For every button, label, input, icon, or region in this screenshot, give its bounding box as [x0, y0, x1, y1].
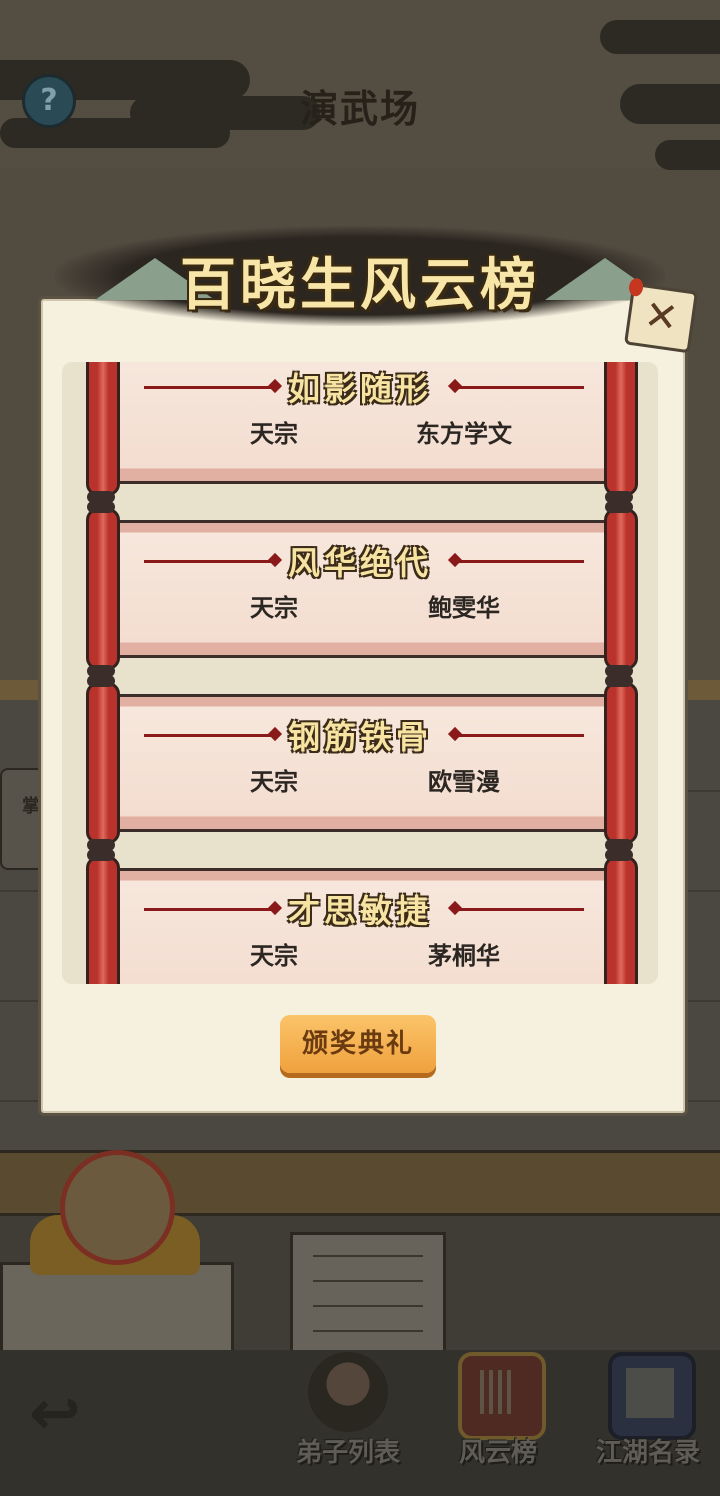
page-title: 演武场 — [299, 87, 420, 131]
winner-name: 茅桐华 — [428, 942, 500, 970]
ranking-entry[interactable]: 如影随形 天宗 东方学文 — [84, 362, 638, 503]
nav-disciple-list[interactable]: 弟子列表 — [278, 1348, 418, 1473]
winner-name: 鲍雯华 — [428, 594, 500, 622]
ranking-entry[interactable]: 风华绝代 天宗 鲍雯华 — [84, 501, 638, 677]
ink-drop — [627, 277, 645, 298]
ink-cloud — [655, 140, 720, 170]
award-title: 钢筋铁骨 — [287, 718, 432, 756]
drum — [60, 1150, 175, 1265]
sect-name: 天宗 — [250, 420, 298, 448]
nav-label: 风云榜 — [458, 1438, 537, 1468]
title-divider — [144, 908, 274, 911]
scroll-roller — [86, 675, 120, 851]
stair-step — [313, 1255, 423, 1257]
award-title: 才思敏捷 — [287, 892, 432, 930]
award-title: 风华绝代 — [287, 544, 432, 582]
ink-cloud — [600, 20, 720, 54]
nav-label: 弟子列表 — [295, 1438, 400, 1468]
disciple-icon — [308, 1352, 388, 1432]
stairs — [290, 1232, 446, 1353]
close-icon[interactable]: ✕ — [624, 277, 698, 354]
title-divider — [454, 386, 584, 389]
scroll-roller — [604, 362, 638, 503]
title-divider — [454, 908, 584, 911]
scroll-roller — [604, 675, 638, 851]
stair-step — [313, 1305, 423, 1307]
stair-step — [313, 1280, 423, 1282]
winner-name: 东方学文 — [416, 420, 512, 448]
award-ceremony-button[interactable]: 颁奖典礼 — [280, 1015, 436, 1073]
nav-jianghu-directory[interactable]: 江湖名录 — [578, 1348, 718, 1473]
sect-name: 天宗 — [250, 942, 298, 970]
scroll-roller — [604, 849, 638, 984]
nav-ranking[interactable]: 风云榜 — [428, 1348, 568, 1473]
back-arrow-icon[interactable]: ↩ — [10, 1378, 100, 1448]
stair-step — [313, 1330, 423, 1332]
ranking-entry[interactable]: 钢筋铁骨 天宗 欧雪漫 — [84, 675, 638, 851]
scroll-roller — [86, 849, 120, 984]
modal-banner: 百晓生风云榜 — [55, 218, 665, 338]
nav-label: 江湖名录 — [595, 1438, 700, 1468]
ink-cloud — [620, 84, 720, 124]
title-divider — [454, 560, 584, 563]
book-icon — [608, 1352, 696, 1440]
ranking-list[interactable]: 如影随形 天宗 东方学文 风华绝代 天宗 鲍雯华 钢筋铁骨 天宗 欧雪漫 才思敏… — [62, 362, 658, 984]
modal-title: 百晓生风云榜 — [180, 253, 540, 318]
winner-name: 欧雪漫 — [428, 768, 500, 796]
scroll-roller — [86, 362, 120, 503]
scroll-roller — [86, 501, 120, 677]
scroll-roller — [604, 501, 638, 677]
title-divider — [144, 560, 274, 563]
award-title: 如影随形 — [287, 370, 432, 408]
question-icon[interactable]: ? — [22, 74, 76, 128]
sect-name: 天宗 — [250, 594, 298, 622]
sect-name: 天宗 — [250, 768, 298, 796]
ranking-entry[interactable]: 才思敏捷 天宗 茅桐华 — [84, 849, 638, 984]
title-divider — [144, 734, 274, 737]
ranking-scroll-icon — [458, 1352, 546, 1440]
title-divider — [454, 734, 584, 737]
title-divider — [144, 386, 274, 389]
